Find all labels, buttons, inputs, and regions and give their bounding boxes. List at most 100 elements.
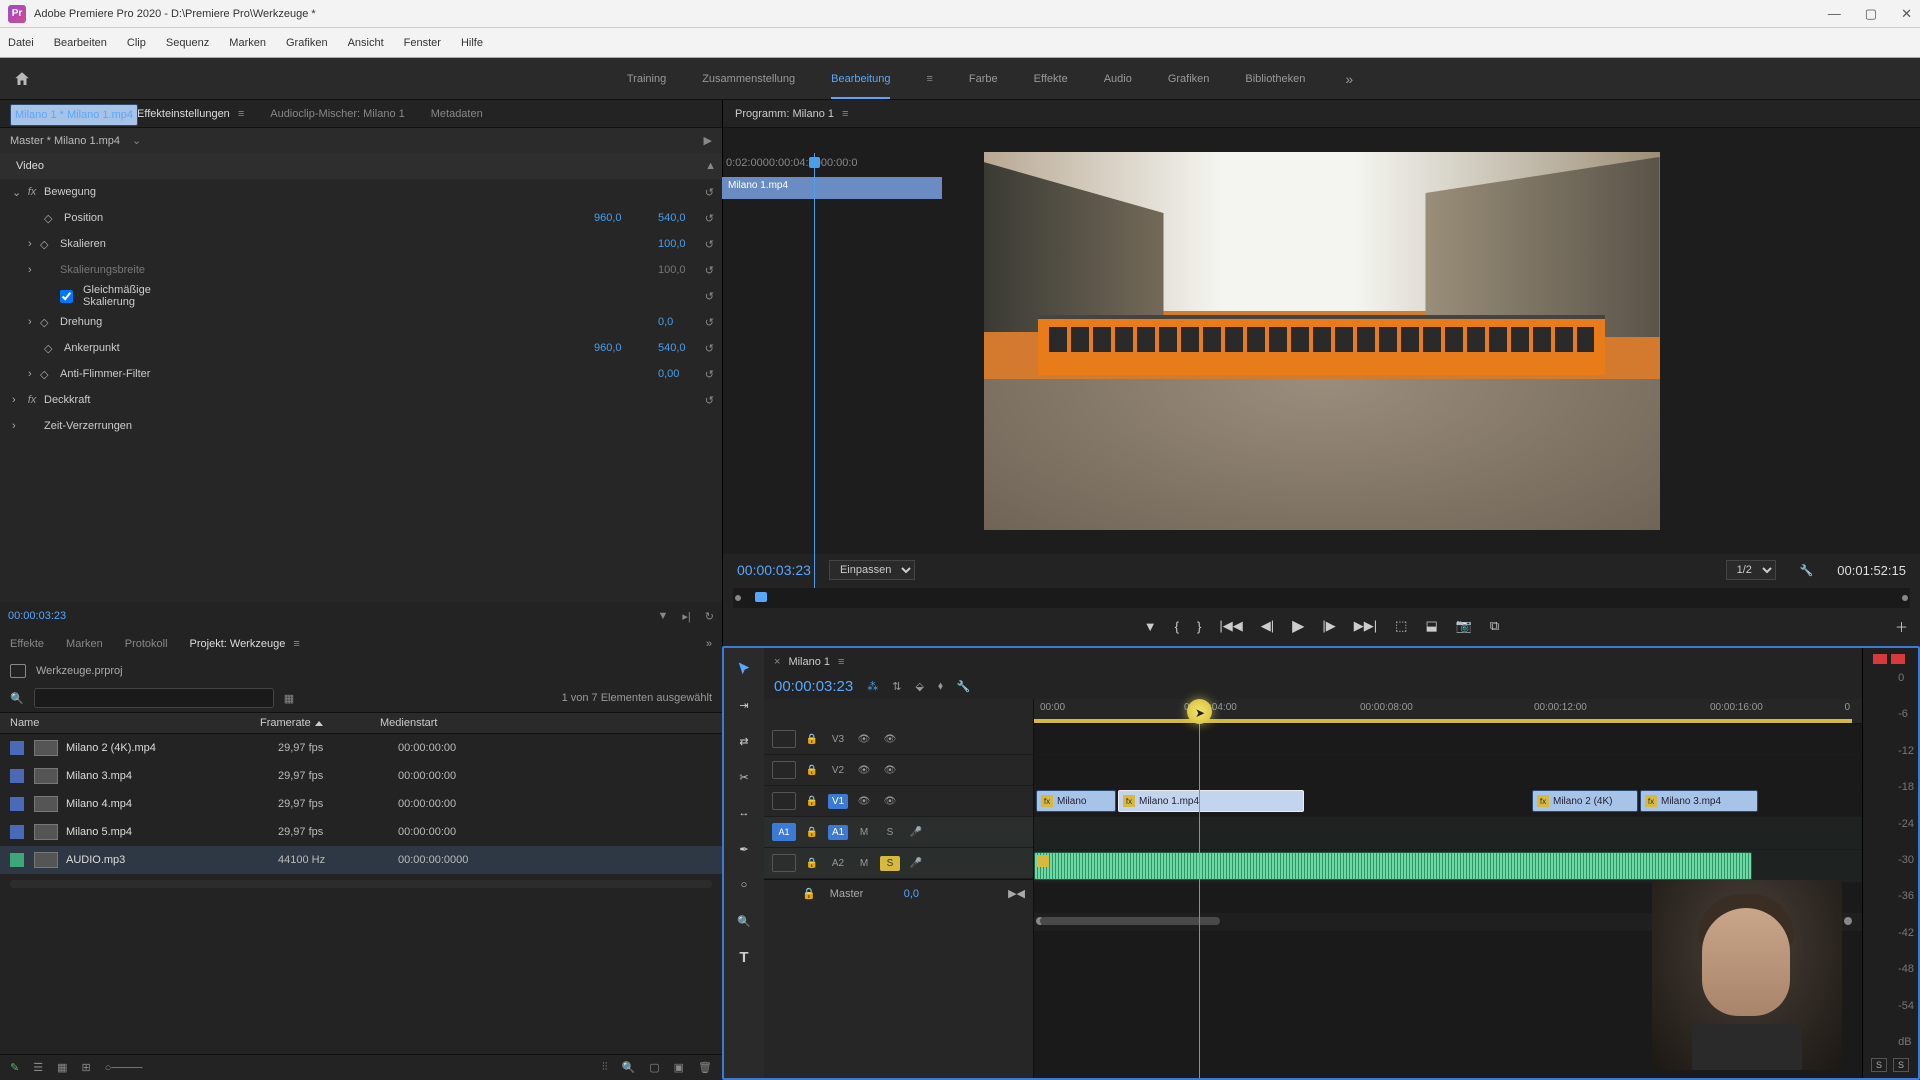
program-scrubber[interactable] bbox=[733, 588, 1910, 608]
wrench-icon[interactable]: 🔧 bbox=[957, 680, 971, 693]
menu-ansicht[interactable]: Ansicht bbox=[348, 37, 384, 49]
timeline-ruler[interactable]: 00:00 00:00:04:00 00:00:08:00 00:00:12:0… bbox=[1034, 699, 1862, 724]
keyframe-toggle[interactable]: ◇ bbox=[44, 212, 60, 225]
track-lane-v1[interactable]: fxMilano fxMilano 1.mp4 fxMilano 2 (4K) … bbox=[1034, 786, 1862, 817]
menu-datei[interactable]: Datei bbox=[8, 37, 34, 49]
expand-icon[interactable]: › bbox=[28, 316, 40, 328]
collapse-up-icon[interactable]: ▲ bbox=[705, 160, 716, 172]
go-to-in-icon[interactable]: |◀◀ bbox=[1219, 618, 1242, 634]
workspace-menu-icon[interactable]: ≡ bbox=[926, 73, 932, 85]
freeform-icon[interactable]: ⊞ bbox=[82, 1061, 91, 1074]
resolution-dropdown[interactable]: 1/2 bbox=[1726, 560, 1776, 580]
expand-icon[interactable]: › bbox=[28, 368, 40, 380]
icon-view-icon[interactable]: ▦ bbox=[57, 1061, 67, 1074]
uniform-scale-checkbox[interactable] bbox=[60, 290, 73, 303]
snap-icon[interactable]: ⁂ bbox=[867, 680, 878, 693]
menu-clip[interactable]: Clip bbox=[127, 37, 146, 49]
type-tool[interactable]: T bbox=[733, 946, 755, 968]
extract-icon[interactable]: ⬓ bbox=[1425, 618, 1437, 634]
track-lane-v2[interactable] bbox=[1034, 755, 1862, 786]
track-a1[interactable]: A1 bbox=[828, 825, 848, 840]
hand-tool[interactable]: 🔍 bbox=[733, 910, 755, 932]
fx-badge[interactable]: fx bbox=[24, 186, 40, 198]
linked-selection-icon[interactable]: ⇅ bbox=[892, 680, 901, 693]
zoom-slider[interactable]: ○──── bbox=[105, 1062, 143, 1074]
col-name[interactable]: Name bbox=[10, 717, 260, 729]
track-lane-a1[interactable] bbox=[1034, 817, 1862, 850]
clip-milano1[interactable]: fxMilano 1.mp4 bbox=[1118, 790, 1304, 812]
menu-grafiken[interactable]: Grafiken bbox=[286, 37, 328, 49]
workspace-training[interactable]: Training bbox=[627, 73, 666, 85]
workspace-farbe[interactable]: Farbe bbox=[969, 73, 998, 85]
col-framerate[interactable]: Framerate bbox=[260, 717, 380, 729]
expand-icon[interactable]: › bbox=[12, 394, 24, 406]
razor-tool[interactable]: ✂ bbox=[733, 766, 755, 788]
button-editor-icon[interactable]: ＋ bbox=[1895, 617, 1908, 636]
lift-icon[interactable]: ⬚ bbox=[1395, 618, 1407, 634]
master-track[interactable]: Master bbox=[830, 888, 890, 900]
workspace-effekte[interactable]: Effekte bbox=[1034, 73, 1068, 85]
trash-icon[interactable]: 🗑 bbox=[698, 1061, 712, 1074]
reset-icon[interactable]: ↺ bbox=[705, 316, 714, 329]
workspace-bibliotheken[interactable]: Bibliotheken bbox=[1245, 73, 1305, 85]
sequence-name[interactable]: Milano 1 bbox=[788, 656, 830, 668]
workspace-bearbeitung[interactable]: Bearbeitung bbox=[831, 73, 890, 99]
tab-audio-mixer[interactable]: Audioclip-Mischer: Milano 1 bbox=[270, 108, 405, 120]
timeline-timecode[interactable]: 00:00:03:23 bbox=[774, 678, 853, 695]
keyframe-toggle[interactable]: ◇ bbox=[40, 238, 56, 251]
window-maximize[interactable]: ▢ bbox=[1865, 6, 1877, 22]
ripple-edit-tool[interactable]: ⇄ bbox=[733, 730, 755, 752]
new-item-icon[interactable]: ▣ bbox=[674, 1061, 684, 1074]
menu-bearbeiten[interactable]: Bearbeiten bbox=[54, 37, 107, 49]
anker-x[interactable]: 960,0 bbox=[594, 342, 658, 354]
workspace-overflow-icon[interactable]: » bbox=[1345, 71, 1353, 87]
track-v2[interactable]: V2 bbox=[828, 765, 848, 776]
reset-icon[interactable]: ↺ bbox=[705, 290, 714, 303]
fx-badge[interactable]: fx bbox=[24, 394, 40, 406]
reset-icon[interactable]: ↺ bbox=[705, 238, 714, 251]
tab-protokoll[interactable]: Protokoll bbox=[125, 638, 168, 650]
pencil-icon[interactable]: ✎ bbox=[10, 1061, 19, 1074]
step-forward-icon[interactable]: |▶ bbox=[1322, 618, 1335, 634]
ec-clip-label[interactable]: Milano 1 * Milano 1.mp4 bbox=[10, 104, 138, 126]
panel-menu-icon[interactable]: ≡ bbox=[838, 656, 844, 668]
workspace-audio[interactable]: Audio bbox=[1104, 73, 1132, 85]
meter-solo-l[interactable]: S bbox=[1871, 1058, 1887, 1072]
window-minimize[interactable]: — bbox=[1828, 6, 1841, 22]
bin-icon[interactable] bbox=[10, 664, 26, 678]
prop-deckkraft[interactable]: Deckkraft bbox=[40, 394, 722, 406]
ec-timecode[interactable]: 00:00:03:23 bbox=[8, 610, 66, 622]
list-view-icon[interactable]: ☰ bbox=[33, 1061, 43, 1074]
project-item[interactable]: Milano 2 (4K).mp429,97 fps00:00:00:00 bbox=[0, 734, 722, 762]
sort-icon[interactable]: ⫶⫶ bbox=[602, 1061, 608, 1074]
tab-effect-controls[interactable]: Effekteinstellungen bbox=[137, 108, 230, 120]
step-back-icon[interactable]: ◀| bbox=[1261, 618, 1274, 634]
new-bin-icon[interactable]: ▢ bbox=[649, 1061, 659, 1074]
home-icon[interactable] bbox=[12, 70, 32, 88]
comparison-icon[interactable]: ⧉ bbox=[1490, 618, 1499, 634]
clip-milano[interactable]: fxMilano bbox=[1036, 790, 1116, 812]
track-select-tool[interactable]: ⇥ bbox=[733, 694, 755, 716]
panel-menu-icon[interactable]: ≡ bbox=[293, 638, 299, 650]
tab-metadata[interactable]: Metadaten bbox=[431, 108, 483, 120]
menu-hilfe[interactable]: Hilfe bbox=[461, 37, 483, 49]
project-item[interactable]: AUDIO.mp344100 Hz00:00:00:0000 bbox=[0, 846, 722, 874]
storyboard-icon[interactable]: ▦ bbox=[284, 692, 294, 705]
export-frame-icon[interactable]: 📷 bbox=[1456, 618, 1472, 634]
overflow-icon[interactable]: » bbox=[706, 638, 712, 650]
timeline-playhead[interactable]: ➤ bbox=[1199, 699, 1200, 1078]
step-icon[interactable]: ▸| bbox=[682, 610, 690, 623]
loop-icon[interactable]: ↻ bbox=[705, 610, 714, 623]
close-sequence-icon[interactable]: × bbox=[774, 656, 780, 668]
play-icon[interactable]: ▶ bbox=[704, 134, 712, 147]
src-a1[interactable]: A1 bbox=[772, 823, 796, 841]
clip-milano3[interactable]: fxMilano 3.mp4 bbox=[1640, 790, 1758, 812]
project-item[interactable]: Milano 4.mp429,97 fps00:00:00:00 bbox=[0, 790, 722, 818]
pen-tool[interactable]: ✒ bbox=[733, 838, 755, 860]
meter-solo-r[interactable]: S bbox=[1893, 1058, 1909, 1072]
reset-icon[interactable]: ↺ bbox=[705, 394, 714, 407]
track-v3[interactable]: V3 bbox=[828, 734, 848, 745]
window-close[interactable]: ✕ bbox=[1901, 6, 1912, 22]
filter-icon[interactable]: ▼ bbox=[658, 610, 669, 623]
find-icon[interactable]: 🔍 bbox=[622, 1061, 636, 1074]
